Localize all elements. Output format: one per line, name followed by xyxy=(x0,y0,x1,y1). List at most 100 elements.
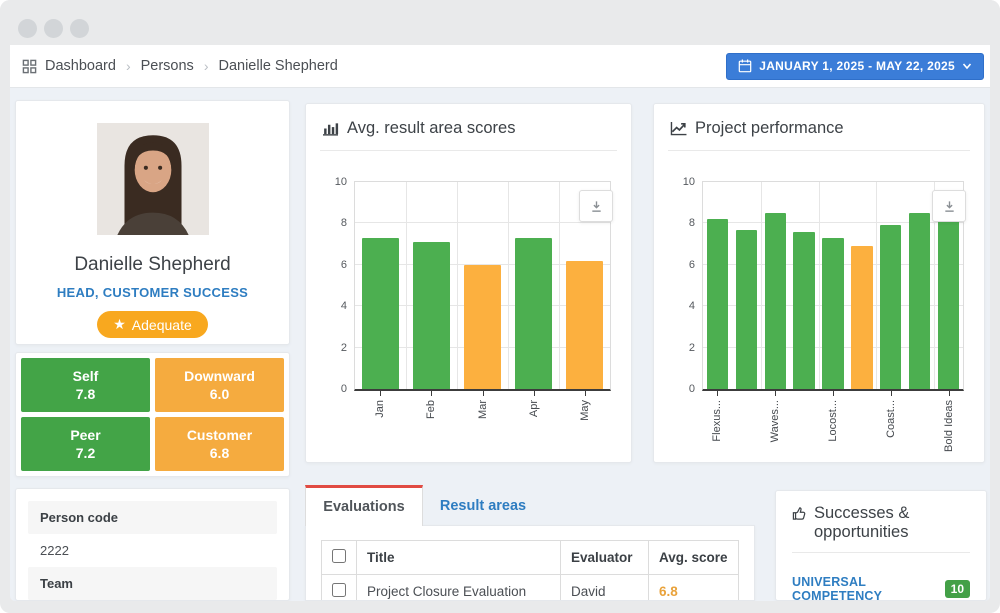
tab-evaluations[interactable]: Evaluations xyxy=(305,485,423,526)
person-role: HEAD, CUSTOMER SUCCESS xyxy=(16,285,289,300)
x-axis-cell: Coast... xyxy=(877,391,906,438)
chart-title: Avg. result area scores xyxy=(347,119,515,138)
successes-title: Successes & opportunities xyxy=(814,504,970,542)
browser-window: Dashboard › Persons › Danielle Shepherd … xyxy=(0,0,1000,613)
score-tile-peer: Peer 7.2 xyxy=(21,417,150,471)
bar-Apr xyxy=(515,238,553,389)
chart-title-row: Project performance xyxy=(654,104,984,150)
x-axis-cell xyxy=(731,391,760,400)
x-axis-cell: Waves... xyxy=(760,391,789,442)
competency-item[interactable]: UNIVERSAL COMPETENCY 10 xyxy=(792,575,970,601)
chart-download-button[interactable] xyxy=(932,190,966,222)
bar-Flexus... xyxy=(707,219,728,389)
successes-opportunities-card: Successes & opportunities UNIVERSAL COMP… xyxy=(775,490,987,601)
star-icon: ★ xyxy=(113,316,126,333)
x-axis-cell: Bold Ideas xyxy=(935,391,964,452)
download-icon xyxy=(590,200,603,213)
status-badge: ★ Adequate xyxy=(97,311,208,338)
breadcrumb-item-person-name: Danielle Shepherd xyxy=(218,58,337,74)
team-label: Team xyxy=(28,567,277,600)
table-row[interactable]: Project Closure Evaluation David 6.8 xyxy=(322,575,739,602)
y-axis-tick-label: 10 xyxy=(683,176,695,188)
download-icon xyxy=(943,200,956,213)
x-axis-tick-label: Locost... xyxy=(827,400,839,442)
evaluator-cell: David xyxy=(561,575,649,602)
x-axis-tick-label: Bold Ideas xyxy=(943,400,955,452)
breadcrumb-item-dashboard[interactable]: Dashboard xyxy=(45,58,116,74)
bar-May xyxy=(566,261,604,389)
x-axis-cell: Flexus... xyxy=(702,391,731,442)
tab-result-areas[interactable]: Result areas xyxy=(423,485,543,526)
bar-column xyxy=(790,182,819,389)
x-axis-cell xyxy=(848,391,877,400)
breadcrumb: Dashboard › Persons › Danielle Shepherd xyxy=(22,58,338,74)
x-axis-cell xyxy=(789,391,818,400)
chart-plot-area: 0246810 xyxy=(702,181,964,391)
breadcrumb-separator: › xyxy=(124,58,133,74)
y-axis-tick-label: 4 xyxy=(341,300,347,312)
bar-Jan xyxy=(362,238,400,389)
bar-chart-icon xyxy=(322,121,339,136)
x-axis-cell: Mar xyxy=(457,391,508,419)
bar-column xyxy=(508,182,559,389)
y-axis-tick-label: 10 xyxy=(335,176,347,188)
row-checkbox[interactable] xyxy=(332,583,346,597)
axis-tick xyxy=(483,391,484,396)
axis-tick xyxy=(534,391,535,396)
bar-Mar xyxy=(464,265,502,389)
line-chart-icon xyxy=(670,121,687,136)
x-axis-tick-label: May xyxy=(579,400,591,421)
window-titlebar xyxy=(0,0,1000,45)
score-tile-value: 6.8 xyxy=(210,445,229,461)
window-dot-icon[interactable] xyxy=(44,19,63,38)
axis-tick xyxy=(380,391,381,396)
breadcrumb-item-persons[interactable]: Persons xyxy=(141,58,194,74)
avg-score-cell: 6.8 xyxy=(649,575,739,602)
bar-column xyxy=(905,182,934,389)
bar-Feb xyxy=(413,242,451,389)
score-tile-label: Peer xyxy=(70,427,100,443)
date-range-label: JANUARY 1, 2025 - MAY 22, 2025 xyxy=(759,59,955,73)
bar-column xyxy=(819,182,848,389)
score-tile-customer: Customer 6.8 xyxy=(155,417,284,471)
y-axis-tick-label: 6 xyxy=(689,259,695,271)
window-dot-icon[interactable] xyxy=(18,19,37,38)
axis-tick xyxy=(949,391,950,396)
bars xyxy=(703,182,963,389)
person-name: Danielle Shepherd xyxy=(16,254,289,276)
bar-column xyxy=(457,182,508,389)
competency-label[interactable]: UNIVERSAL COMPETENCY xyxy=(792,575,936,601)
x-axis-cell: Feb xyxy=(405,391,456,419)
chevron-down-icon xyxy=(962,61,972,71)
dashboard-grid-icon xyxy=(22,59,37,74)
avg-result-area-scores-card: Avg. result area scores 0246810JanFebMar… xyxy=(305,103,632,463)
window-dot-icon[interactable] xyxy=(70,19,89,38)
person-info-card: Person code 2222 Team xyxy=(15,488,290,601)
x-axis-tick-label: Flexus... xyxy=(711,400,723,442)
x-axis-tick-label: Feb xyxy=(425,400,437,419)
bar-Waves... xyxy=(765,213,786,389)
axis-tick xyxy=(431,391,432,396)
bar-item-4 xyxy=(793,232,814,389)
person-code-label: Person code xyxy=(28,501,277,534)
select-all-checkbox[interactable] xyxy=(332,549,346,563)
bars xyxy=(355,182,610,389)
x-axis-tick-label: Coast... xyxy=(885,400,897,438)
axis-tick xyxy=(775,391,776,396)
successes-title-row: Successes & opportunities xyxy=(792,504,970,542)
profile-photo xyxy=(97,123,209,235)
chart-title: Project performance xyxy=(695,119,844,138)
project-performance-card: Project performance 0246810 Flexus... Wave… xyxy=(653,103,985,463)
status-badge-label: Adequate xyxy=(132,317,192,333)
y-axis-tick-label: 2 xyxy=(689,342,695,354)
x-axis-cell: Apr xyxy=(508,391,559,417)
chart-title-row: Avg. result area scores xyxy=(306,104,631,150)
date-range-button[interactable]: JANUARY 1, 2025 - MAY 22, 2025 xyxy=(726,53,984,80)
x-axis-tick-label: Apr xyxy=(528,400,540,417)
bar-column xyxy=(355,182,406,389)
evaluation-title-cell[interactable]: Project Closure Evaluation xyxy=(357,575,561,602)
axis-tick xyxy=(585,391,586,396)
score-tile-self: Self 7.8 xyxy=(21,358,150,412)
chart-download-button[interactable] xyxy=(579,190,613,222)
x-axis-tick-label: Jan xyxy=(374,400,386,418)
